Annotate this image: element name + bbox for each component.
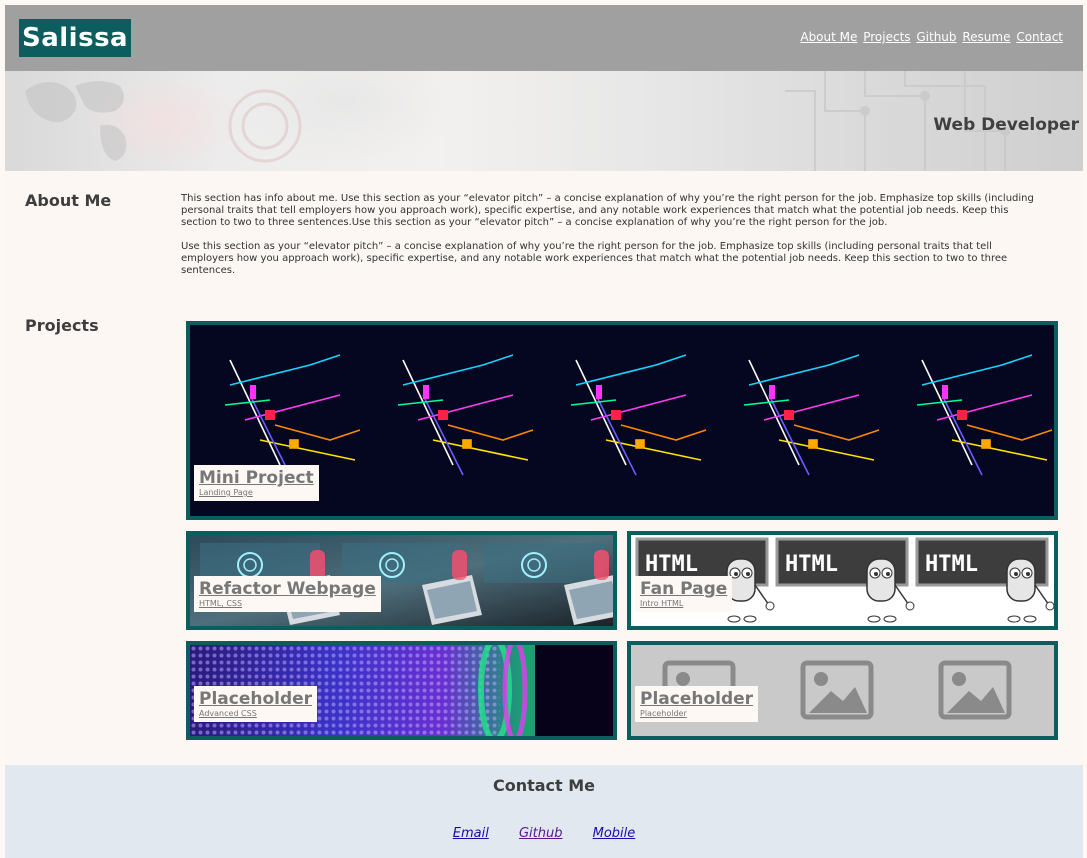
project-title[interactable]: Fan Page xyxy=(640,579,727,599)
main-nav: About Me Projects Github Resume Contact xyxy=(798,30,1063,44)
project-card-fan-page[interactable]: HTML Fan Page Intro HTML xyxy=(627,531,1058,630)
about-paragraph: Use this section as your “elevator pitch… xyxy=(181,241,1008,276)
project-subtitle[interactable]: Landing Page xyxy=(199,488,314,498)
contact-section: Contact Me Email Github Mobile xyxy=(5,765,1083,858)
nav-link-projects[interactable]: Projects xyxy=(863,30,910,44)
project-title[interactable]: Placeholder xyxy=(199,689,312,709)
project-label[interactable]: Placeholder Placeholder xyxy=(635,686,759,722)
html-board-text: HTML xyxy=(645,552,698,577)
project-title[interactable]: Refactor Webpage xyxy=(199,579,376,599)
contact-link-mobile[interactable]: Mobile xyxy=(593,826,636,841)
nav-link-contact[interactable]: Contact xyxy=(1016,30,1063,44)
page-frame: Salissa About Me Projects Github Resume … xyxy=(5,5,1083,858)
site-header: Salissa About Me Projects Github Resume … xyxy=(5,5,1083,71)
about-paragraph: This section has info about me. Use this… xyxy=(181,193,1034,228)
nav-link-about[interactable]: About Me xyxy=(800,30,857,44)
about-text: This section has info about me. Use this… xyxy=(181,193,1047,289)
contact-heading: Contact Me xyxy=(492,776,596,795)
hero-background-image xyxy=(25,71,1010,171)
project-subtitle[interactable]: Intro HTML xyxy=(640,599,727,609)
airplane-art-image xyxy=(190,325,1054,516)
project-label[interactable]: Placeholder Advanced CSS xyxy=(194,686,318,722)
project-title[interactable]: Mini Project xyxy=(199,468,314,488)
hero-banner: Web Developer xyxy=(5,71,1083,171)
project-subtitle[interactable]: Placeholder xyxy=(640,709,753,719)
project-card-placeholder[interactable]: Placeholder Placeholder xyxy=(627,641,1058,740)
contact-link-github[interactable]: Github xyxy=(519,826,563,841)
project-subtitle[interactable]: HTML, CSS xyxy=(199,599,376,609)
project-title[interactable]: Placeholder xyxy=(640,689,753,709)
contact-link-email[interactable]: Email xyxy=(453,826,489,841)
about-heading: About Me xyxy=(25,191,112,210)
nav-link-github[interactable]: Github xyxy=(916,30,956,44)
project-card-placeholder-advanced-css[interactable]: Placeholder Advanced CSS xyxy=(186,641,617,740)
project-label[interactable]: Mini Project Landing Page xyxy=(194,465,319,501)
hero-title: Web Developer xyxy=(933,115,1079,135)
projects-heading: Projects xyxy=(25,316,99,335)
project-label[interactable]: Refactor Webpage HTML, CSS xyxy=(194,576,381,612)
project-card-refactor-webpage[interactable]: Refactor Webpage HTML, CSS xyxy=(186,531,617,630)
project-subtitle[interactable]: Advanced CSS xyxy=(199,709,312,719)
site-logo[interactable]: Salissa xyxy=(19,19,132,57)
project-label[interactable]: Fan Page Intro HTML xyxy=(635,576,733,612)
nav-link-resume[interactable]: Resume xyxy=(962,30,1010,44)
contact-links: Email Github Mobile xyxy=(5,826,1083,841)
project-card-mini-project[interactable]: Mini Project Landing Page xyxy=(186,321,1058,520)
